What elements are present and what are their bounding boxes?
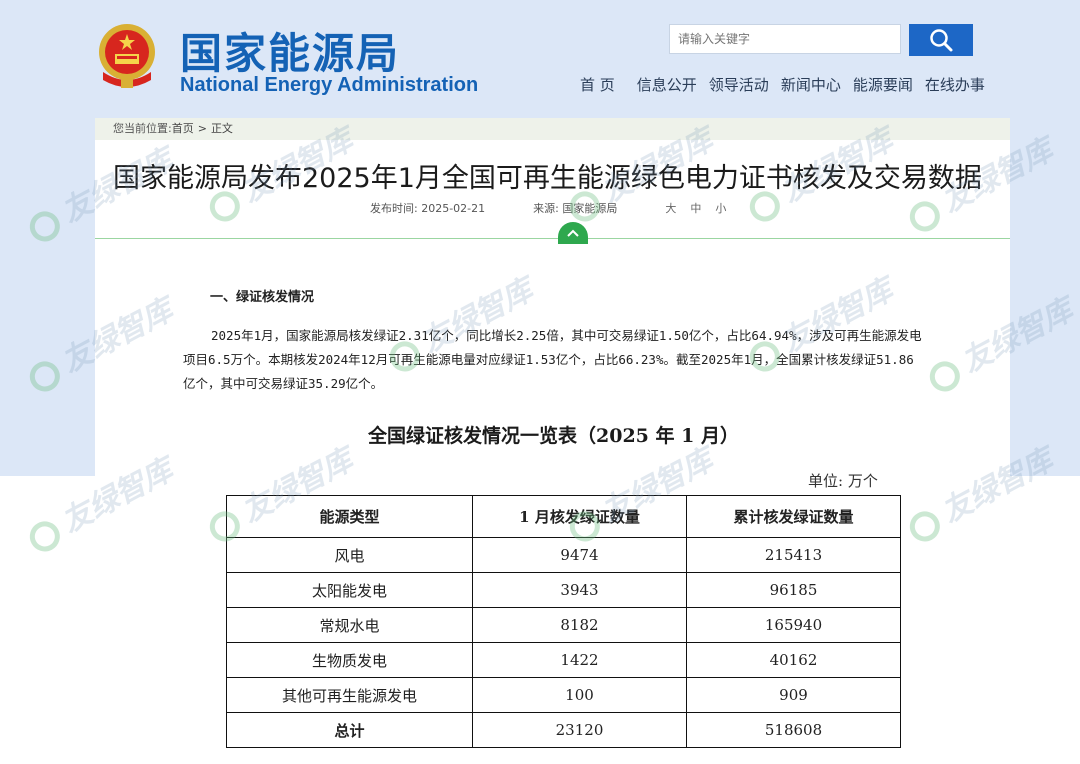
search-icon <box>930 29 953 52</box>
cell-total-monthly: 23120 <box>472 712 687 748</box>
cell-cumulative: 165940 <box>686 607 901 643</box>
table-row: 生物质发电 1422 40162 <box>226 642 901 678</box>
site-subtitle: National Energy Administration <box>180 74 479 96</box>
content-panel: 您当前位置:首页 > 正文 国家能源局发布2025年1月全国可再生能源绿色电力证书核… <box>95 118 1010 764</box>
cell-monthly: 1422 <box>472 642 687 678</box>
cell-monthly: 9474 <box>472 537 687 573</box>
search-input[interactable] <box>669 24 901 54</box>
cell-cumulative: 909 <box>686 677 901 713</box>
table-unit: 单位: 万个 <box>808 472 878 490</box>
main-nav: 首 页 信息公开 领导活动 新闻中心 能源要闻 在线办事 <box>580 74 997 95</box>
table-title: 全国绿证核发情况一览表（2025 年 1 月） <box>368 425 739 447</box>
section-heading: 一、绿证核发情况 <box>210 290 315 305</box>
article-meta: 发布时间: 2025-02-21 来源: 国家能源局 大 中 小 <box>370 200 740 216</box>
nav-energy-news[interactable]: 能源要闻 <box>853 74 913 95</box>
cell-energy-type: 风电 <box>226 537 473 573</box>
cell-cumulative: 96185 <box>686 572 901 608</box>
nav-news-center[interactable]: 新闻中心 <box>781 74 841 95</box>
font-size-small[interactable]: 小 <box>715 202 726 215</box>
nav-online-services[interactable]: 在线办事 <box>925 74 985 95</box>
cell-monthly: 3943 <box>472 572 687 608</box>
cell-monthly: 100 <box>472 677 687 713</box>
breadcrumb: 您当前位置:首页 > 正文 <box>95 118 1010 140</box>
cell-total-label: 总计 <box>226 712 473 748</box>
breadcrumb-home[interactable]: 首页 <box>172 122 194 135</box>
cell-energy-type: 生物质发电 <box>226 642 473 678</box>
chevron-up-icon <box>567 229 579 237</box>
national-emblem-logo <box>99 24 155 88</box>
table-row: 太阳能发电 3943 96185 <box>226 572 901 608</box>
site-header: 国家能源局 National Energy Administration 首 页… <box>0 0 1080 118</box>
breadcrumb-prefix: 您当前位置: <box>113 122 172 135</box>
cell-total-cumulative: 518608 <box>686 712 901 748</box>
table-row: 风电 9474 215413 <box>226 537 901 573</box>
cell-cumulative: 40162 <box>686 642 901 678</box>
nav-info-disclosure[interactable]: 信息公开 <box>637 74 697 95</box>
cell-monthly: 8182 <box>472 607 687 643</box>
header-cumulative-count: 累计核发绿证数量 <box>686 495 901 538</box>
nav-home[interactable]: 首 页 <box>580 74 615 95</box>
nav-leadership[interactable]: 领导活动 <box>709 74 769 95</box>
search-button[interactable] <box>909 24 973 56</box>
cell-cumulative: 215413 <box>686 537 901 573</box>
collapse-toggle[interactable] <box>558 222 588 244</box>
article-source: 来源: 国家能源局 <box>533 202 618 215</box>
article-paragraph: 2025年1月，国家能源局核发绿证2.31亿个，同比增长2.25倍，其中可交易绿… <box>183 328 922 391</box>
site-title: 国家能源局 <box>180 29 401 78</box>
breadcrumb-current: 正文 <box>210 122 233 135</box>
header-monthly-count: 1 月核发绿证数量 <box>472 495 687 538</box>
cell-energy-type: 常规水电 <box>226 607 473 643</box>
table-row: 常规水电 8182 165940 <box>226 607 901 643</box>
publish-time: 发布时间: 2025-02-21 <box>370 202 486 215</box>
font-size-medium[interactable]: 中 <box>690 202 701 215</box>
cell-energy-type: 其他可再生能源发电 <box>226 677 473 713</box>
header-divider <box>95 238 1010 239</box>
table-row: 其他可再生能源发电 100 909 <box>226 677 901 713</box>
table-header-row: 能源类型 1 月核发绿证数量 累计核发绿证数量 <box>226 495 901 538</box>
header-energy-type: 能源类型 <box>226 495 473 538</box>
certificate-table: 能源类型 1 月核发绿证数量 累计核发绿证数量 风电 9474 215413 太… <box>226 495 901 748</box>
article-title: 国家能源局发布2025年1月全国可再生能源绿色电力证书核发及交易数据 <box>113 163 982 194</box>
breadcrumb-separator: > <box>197 122 207 135</box>
font-size-large[interactable]: 大 <box>665 202 676 215</box>
cell-energy-type: 太阳能发电 <box>226 572 473 608</box>
table-total-row: 总计 23120 518608 <box>226 712 901 748</box>
